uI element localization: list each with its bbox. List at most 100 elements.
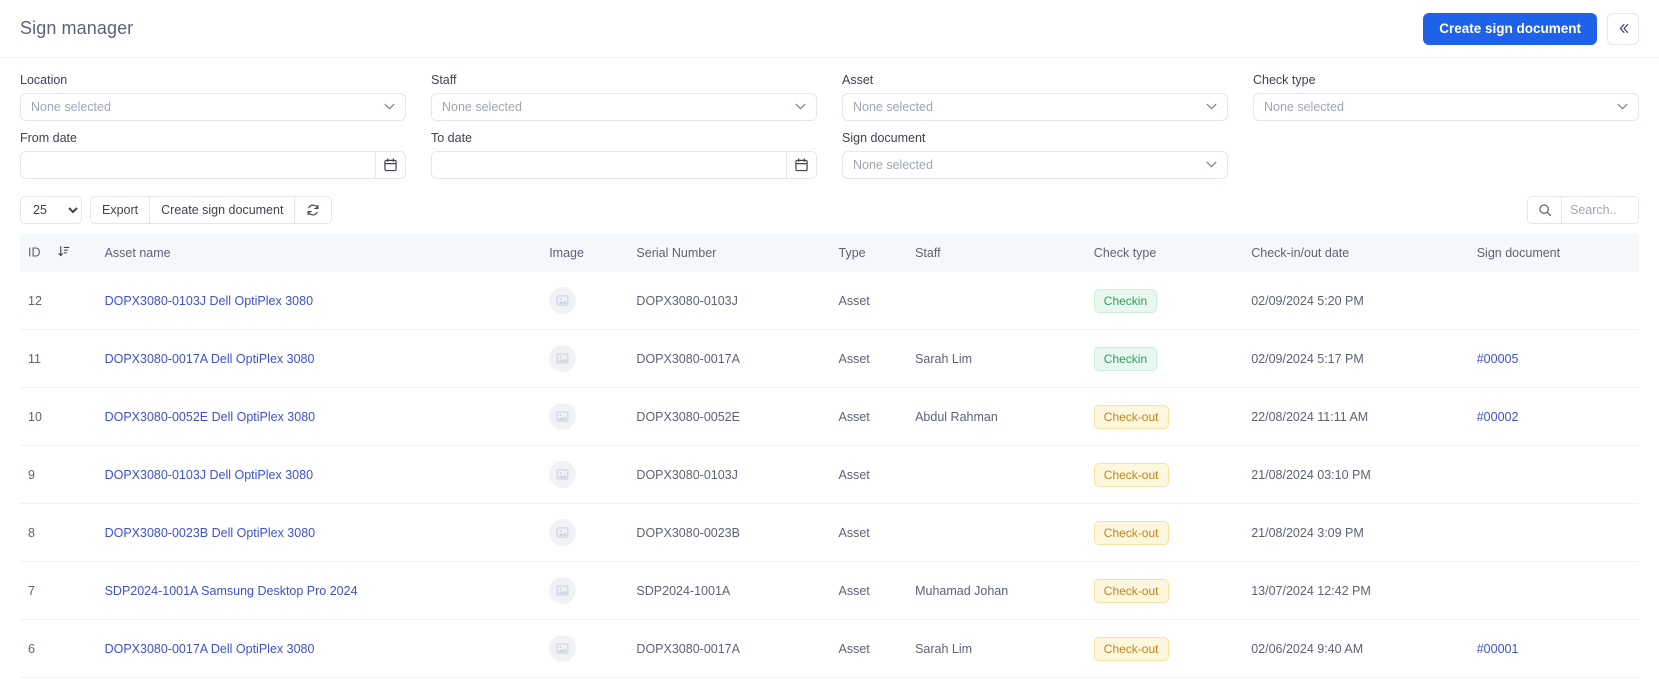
asset-image-placeholder[interactable] — [549, 519, 577, 546]
asset-name-link[interactable]: DOPX3080-0103J Dell OptiPlex 3080 — [105, 294, 313, 308]
asset-image-placeholder[interactable] — [549, 577, 577, 604]
check-type-badge: Check-out — [1093, 404, 1169, 429]
search-button[interactable] — [1528, 197, 1562, 223]
toolbar-button-group: Export Create sign document — [90, 196, 333, 224]
refresh-button[interactable] — [295, 197, 332, 223]
cell-sign-document — [1468, 272, 1639, 330]
asset-name-link[interactable]: DOPX3080-0023B Dell OptiPlex 3080 — [105, 526, 316, 540]
search-input[interactable] — [1562, 197, 1638, 223]
column-header-id[interactable]: ID — [20, 234, 97, 272]
toolbar-right — [1527, 196, 1639, 224]
table-row[interactable]: 9 DOPX3080-0103J Dell OptiPlex 3080 DOPX30… — [20, 445, 1639, 504]
staff-select[interactable]: None selected — [431, 93, 817, 121]
cell-serial-number: DOPX3080-0017A — [628, 619, 831, 678]
table-row[interactable]: 5LGK120-0202C Logitech K120 Keyboard LGK1… — [20, 677, 1639, 687]
column-header-image[interactable]: Image — [541, 234, 629, 272]
search-box[interactable] — [1527, 196, 1639, 224]
sign-documents-table: ID Asset name Image Serial Number Type S… — [20, 234, 1639, 687]
column-header-type[interactable]: Type — [830, 234, 908, 272]
cell-id: 6 — [20, 619, 97, 678]
sign-document-select[interactable]: None selected — [842, 151, 1228, 179]
filter-sign-document: Sign document None selected — [842, 130, 1228, 179]
calendar-icon — [795, 158, 808, 172]
sign-document-link[interactable]: #00002 — [1477, 410, 1519, 424]
cell-type: Asset — [830, 677, 908, 687]
column-header-check-type[interactable]: Check type — [1085, 234, 1244, 272]
column-header-asset-name[interactable]: Asset name — [96, 234, 542, 272]
table-row[interactable]: 12 DOPX3080-0103J Dell OptiPlex 3080 DOPX3… — [20, 272, 1639, 330]
filter-staff: Staff None selected — [431, 72, 817, 121]
column-header-check-date[interactable]: Check-in/out date — [1243, 234, 1469, 272]
cell-sign-document — [1468, 445, 1639, 504]
from-date-field[interactable] — [20, 151, 406, 179]
sign-document-link[interactable]: #00001 — [1477, 642, 1519, 656]
table-row[interactable]: 8 DOPX3080-0023B Dell OptiPlex 3080 DOPX30… — [20, 503, 1639, 562]
cell-check-type: Check-out — [1085, 387, 1244, 446]
asset-image-placeholder[interactable] — [549, 403, 577, 430]
cell-asset-name: SDP2024-1001A Samsung Desktop Pro 2024 — [96, 561, 542, 620]
table-header-row: ID Asset name Image Serial Number Type S… — [20, 234, 1639, 272]
cell-id: 11 — [20, 329, 97, 388]
cell-staff: Sarah Lim — [907, 329, 1086, 388]
asset-image-placeholder[interactable] — [549, 461, 577, 488]
table-row[interactable]: 11 DOPX3080-0017A Dell OptiPlex 3080 DOPX3… — [20, 329, 1639, 388]
column-header-sign-document[interactable]: Sign document — [1468, 234, 1639, 272]
asset-name-link[interactable]: DOPX3080-0103J Dell OptiPlex 3080 — [105, 468, 313, 482]
asset-select-value: None selected — [853, 100, 933, 114]
from-date-input[interactable] — [21, 152, 375, 178]
from-date-picker-button[interactable] — [375, 152, 405, 178]
asset-image-placeholder[interactable] — [549, 287, 577, 314]
export-button[interactable]: Export — [91, 197, 151, 223]
cell-asset-name: DOPX3080-0017A Dell OptiPlex 3080 — [96, 329, 542, 388]
search-icon — [1538, 204, 1551, 217]
to-date-picker-button[interactable] — [786, 152, 816, 178]
cell-image — [541, 561, 629, 620]
filter-sign-document-label: Sign document — [842, 131, 926, 145]
cell-asset-name: DOPX3080-0052E Dell OptiPlex 3080 — [96, 387, 542, 446]
cell-image — [541, 503, 629, 562]
page-length-select[interactable]: 25 — [20, 196, 82, 224]
cell-sign-document: #00001 — [1468, 619, 1639, 678]
asset-select[interactable]: None selected — [842, 93, 1228, 121]
cell-serial-number: DOPX3080-0103J — [628, 445, 831, 504]
create-sign-document-toolbar-button[interactable]: Create sign document — [150, 197, 296, 223]
table-row[interactable]: 7 SDP2024-1001A Samsung Desktop Pro 2024 S… — [20, 561, 1639, 620]
filter-from-date-label: From date — [20, 131, 77, 145]
cell-check-type: Check-out — [1085, 503, 1244, 562]
cell-asset-name: DOPX3080-0103J Dell OptiPlex 3080 — [96, 445, 542, 504]
check-type-select[interactable]: None selected — [1253, 93, 1639, 121]
calendar-icon — [384, 158, 397, 172]
asset-name-link[interactable]: DOPX3080-0017A Dell OptiPlex 3080 — [105, 352, 315, 366]
create-sign-document-button[interactable]: Create sign document — [1423, 12, 1597, 45]
asset-name-link[interactable]: DOPX3080-0017A Dell OptiPlex 3080 — [105, 642, 315, 656]
location-select[interactable]: None selected — [20, 93, 406, 121]
cell-type: Asset — [830, 619, 908, 678]
table-row[interactable]: 6 DOPX3080-0017A Dell OptiPlex 3080 DOPX30… — [20, 619, 1639, 678]
filter-spacer — [1253, 130, 1639, 179]
cell-serial-number: DOPX3080-0103J — [628, 272, 831, 330]
cell-check-date: 02/09/2024 5:20 PM — [1243, 272, 1469, 330]
collapse-panel-button[interactable] — [1607, 12, 1639, 45]
asset-name-link[interactable]: DOPX3080-0052E Dell OptiPlex 3080 — [105, 410, 316, 424]
asset-image-placeholder[interactable] — [549, 635, 577, 662]
asset-image-placeholder[interactable] — [549, 345, 577, 372]
to-date-input[interactable] — [432, 152, 786, 178]
cell-staff — [907, 445, 1086, 504]
image-placeholder-icon — [556, 643, 569, 654]
column-header-staff[interactable]: Staff — [907, 234, 1086, 272]
header-actions: Create sign document — [1423, 12, 1639, 45]
asset-name-link[interactable]: SDP2024-1001A Samsung Desktop Pro 2024 — [105, 584, 358, 598]
column-header-serial-number[interactable]: Serial Number — [628, 234, 831, 272]
table-head: ID Asset name Image Serial Number Type S… — [20, 234, 1639, 272]
check-type-badge: Checkin — [1093, 346, 1158, 371]
cell-check-type: Checkin — [1085, 272, 1244, 330]
filter-location-label: Location — [20, 73, 68, 87]
chevron-down-icon — [795, 102, 806, 113]
table-row[interactable]: 10 DOPX3080-0052E Dell OptiPlex 3080 DOPX3… — [20, 387, 1639, 446]
cell-staff: Abdul Rahman — [907, 387, 1086, 446]
sort-descending-icon[interactable] — [58, 245, 70, 261]
sign-document-link[interactable]: #00005 — [1477, 352, 1519, 366]
cell-staff: Muhamad Johan — [907, 561, 1086, 620]
filter-to-date-label: To date — [431, 131, 473, 145]
to-date-field[interactable] — [431, 151, 817, 179]
